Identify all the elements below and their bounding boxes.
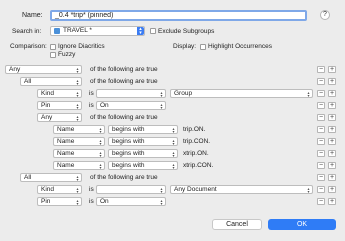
criteria-value-text[interactable]: trip.CON. xyxy=(183,137,210,146)
exclude-subgroups-checkbox[interactable] xyxy=(150,28,156,34)
criteria-value-popup[interactable]: On ▴ ▾ xyxy=(96,197,166,206)
add-criteria-button[interactable]: + xyxy=(328,150,336,157)
add-criteria-button[interactable]: + xyxy=(328,174,336,181)
criteria-field-popup[interactable]: Name ▴ ▾ xyxy=(53,137,105,146)
ignore-diacritics-checkbox[interactable] xyxy=(50,44,56,50)
criteria-value-text[interactable]: xtrip.CON. xyxy=(183,161,213,170)
search-in-label: Search in: xyxy=(12,28,42,35)
criteria-value-text[interactable]: trip.ON. xyxy=(183,125,205,134)
criteria-operator-popup[interactable]: begins with ▴ ▾ xyxy=(108,149,178,158)
chevron-updown-icon: ▴ ▾ xyxy=(172,162,175,170)
criteria-field-popup[interactable]: Pin ▴ ▾ xyxy=(37,101,82,110)
criteria-field-popup[interactable]: Kind ▴ ▾ xyxy=(37,89,82,98)
criteria-field-popup[interactable]: Name ▴ ▾ xyxy=(53,125,105,134)
remove-criteria-button[interactable]: − xyxy=(317,114,325,121)
remove-criteria-button[interactable]: − xyxy=(317,66,325,73)
criteria-value-popup[interactable]: On ▴ ▾ xyxy=(96,101,166,110)
criteria-field-popup[interactable]: Pin ▴ ▾ xyxy=(37,197,82,206)
add-criteria-button[interactable]: + xyxy=(328,198,336,205)
remove-criteria-button[interactable]: − xyxy=(317,198,325,205)
fuzzy-label: Fuzzy xyxy=(58,51,76,58)
remove-criteria-button[interactable]: − xyxy=(317,90,325,97)
chevron-updown-icon: ▴ ▾ xyxy=(307,90,310,98)
add-criteria-button[interactable]: + xyxy=(328,102,336,109)
chevron-updown-icon: ▴ ▾ xyxy=(307,186,310,194)
criteria-operator-popup[interactable]: begins with ▴ ▾ xyxy=(108,125,178,134)
remove-criteria-button[interactable]: − xyxy=(317,138,325,145)
criteria-value-popup[interactable]: Any Document ▴ ▾ xyxy=(170,185,313,194)
criteria-popup[interactable]: All ▴ ▾ xyxy=(20,77,82,86)
chevron-updown-icon: ▴ ▾ xyxy=(99,126,102,134)
add-criteria-button[interactable]: + xyxy=(328,162,336,169)
criteria-field-popup[interactable]: Name ▴ ▾ xyxy=(53,149,105,158)
criteria-text: of the following are true xyxy=(90,78,158,85)
search-in-value: TRAVEL * xyxy=(63,27,92,34)
search-in-popup[interactable]: TRAVEL * ▴ ▾ xyxy=(50,26,145,36)
remove-criteria-button[interactable]: − xyxy=(317,162,325,169)
fuzzy-checkbox[interactable] xyxy=(50,52,56,58)
criteria-operator-text: is xyxy=(89,186,94,193)
criteria-operator-text: is xyxy=(89,102,94,109)
criteria-text: of the following are true xyxy=(90,66,158,73)
highlight-occurrences-checkbox[interactable] xyxy=(200,44,206,50)
remove-criteria-button[interactable]: − xyxy=(317,126,325,133)
chevron-updown-icon: ▴ ▾ xyxy=(76,174,79,182)
chevron-updown-icon: ▴ ▾ xyxy=(76,78,79,86)
name-label: Name: xyxy=(22,12,43,19)
chevron-updown-icon: ▴ ▾ xyxy=(99,138,102,146)
remove-criteria-button[interactable]: − xyxy=(317,174,325,181)
criteria-operator-popup[interactable]: begins with ▴ ▾ xyxy=(108,161,178,170)
chevron-updown-icon: ▴ ▾ xyxy=(160,186,163,194)
add-criteria-button[interactable]: + xyxy=(328,114,336,121)
chevron-updown-icon: ▴ ▾ xyxy=(76,186,79,194)
criteria-text: of the following are true xyxy=(90,174,158,181)
chevron-updown-icon: ▴ ▾ xyxy=(76,114,79,122)
name-field[interactable]: _0.4 *trip* (pinned) xyxy=(50,10,307,21)
remove-criteria-button[interactable]: − xyxy=(317,186,325,193)
criteria-operator-popup[interactable]: ▴ ▾ xyxy=(96,185,166,194)
remove-criteria-button[interactable]: − xyxy=(317,78,325,85)
chevron-updown-icon: ▴ ▾ xyxy=(99,162,102,170)
remove-criteria-button[interactable]: − xyxy=(317,150,325,157)
chevron-updown-icon: ▴ ▾ xyxy=(160,90,163,98)
criteria-operator-popup[interactable]: begins with ▴ ▾ xyxy=(108,137,178,146)
add-criteria-button[interactable]: + xyxy=(328,186,336,193)
criteria-operator-popup[interactable]: ▴ ▾ xyxy=(96,89,166,98)
add-criteria-button[interactable]: + xyxy=(328,66,336,73)
chevron-updown-icon: ▴ ▾ xyxy=(76,66,79,74)
criteria-popup[interactable]: Any ▴ ▾ xyxy=(5,65,82,74)
chevron-updown-icon: ▴ ▾ xyxy=(172,138,175,146)
chevron-updown-icon: ▴ ▾ xyxy=(99,150,102,158)
ok-button[interactable]: OK xyxy=(268,219,336,230)
criteria-operator-text: is xyxy=(89,90,94,97)
help-button[interactable]: ? xyxy=(320,10,330,20)
chevron-updown-icon: ▴ ▾ xyxy=(76,198,79,206)
remove-criteria-button[interactable]: − xyxy=(317,102,325,109)
exclude-subgroups-label: Exclude Subgroups xyxy=(158,28,215,35)
chevron-updown-icon: ▴ ▾ xyxy=(172,126,175,134)
criteria-field-popup[interactable]: Kind ▴ ▾ xyxy=(37,185,82,194)
folder-icon xyxy=(54,28,60,34)
criteria-value-text[interactable]: xtrip.ON. xyxy=(183,149,209,158)
criteria-text: of the following are true xyxy=(90,114,158,121)
add-criteria-button[interactable]: + xyxy=(328,138,336,145)
chevron-updown-icon: ▴ ▾ xyxy=(160,198,163,206)
criteria-popup[interactable]: All ▴ ▾ xyxy=(20,173,82,182)
criteria-field-popup[interactable]: Name ▴ ▾ xyxy=(53,161,105,170)
chevron-updown-icon: ▴ ▾ xyxy=(76,102,79,110)
criteria-value-popup[interactable]: Group ▴ ▾ xyxy=(170,89,313,98)
display-label: Display: xyxy=(173,43,197,50)
chevron-updown-icon: ▴ ▾ xyxy=(160,102,163,110)
chevron-updown-icon: ▴ ▾ xyxy=(137,27,144,36)
chevron-updown-icon: ▴ ▾ xyxy=(172,150,175,158)
add-criteria-button[interactable]: + xyxy=(328,78,336,85)
comparison-label: Comparison: xyxy=(10,43,47,50)
criteria-popup[interactable]: Any ▴ ▾ xyxy=(37,113,82,122)
cancel-button[interactable]: Cancel xyxy=(212,219,262,230)
chevron-updown-icon: ▴ ▾ xyxy=(76,90,79,98)
add-criteria-button[interactable]: + xyxy=(328,126,336,133)
criteria-operator-text: is xyxy=(89,198,94,205)
add-criteria-button[interactable]: + xyxy=(328,90,336,97)
highlight-occurrences-label: Highlight Occurrences xyxy=(208,43,272,50)
